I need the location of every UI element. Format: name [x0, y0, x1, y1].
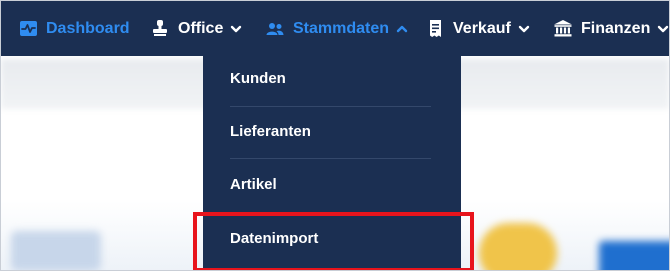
menu-item-artikel[interactable]: Artikel: [230, 175, 277, 195]
chevron-down-icon: [230, 23, 242, 35]
nav-item-finanzen[interactable]: Finanzen: [554, 1, 669, 56]
nav-item-office[interactable]: Office: [151, 1, 242, 56]
nav-item-label: Stammdaten: [293, 19, 390, 37]
app-frame: Dashboard Office Stammdaten Verkauf Fina…: [0, 0, 670, 271]
bank-icon: [554, 20, 572, 38]
nav-item-verkauf[interactable]: Verkauf: [426, 1, 530, 56]
menu-divider: [230, 158, 431, 159]
chevron-down-icon: [657, 23, 669, 35]
stamp-icon: [151, 20, 169, 38]
highlight-box: [193, 212, 474, 270]
blurred-badge: [479, 223, 557, 270]
menu-divider: [230, 106, 431, 107]
nav-item-dashboard[interactable]: Dashboard: [19, 1, 130, 56]
blurred-action-button: [599, 241, 669, 270]
nav-item-label: Finanzen: [581, 19, 651, 37]
blurred-content-card: [11, 231, 101, 270]
top-navbar: Dashboard Office Stammdaten Verkauf Fina…: [1, 1, 669, 56]
nav-item-label: Office: [178, 19, 224, 37]
menu-item-lieferanten[interactable]: Lieferanten: [230, 122, 311, 142]
chevron-up-icon: [396, 23, 408, 35]
chevron-down-icon: [518, 23, 530, 35]
nav-item-label: Dashboard: [46, 19, 130, 37]
menu-item-kunden[interactable]: Kunden: [230, 69, 286, 89]
nav-item-label: Verkauf: [453, 19, 511, 37]
users-icon: [266, 20, 284, 38]
chart-pulse-icon: [19, 20, 37, 38]
nav-item-stammdaten[interactable]: Stammdaten: [266, 1, 408, 56]
receipt-icon: [426, 20, 444, 38]
